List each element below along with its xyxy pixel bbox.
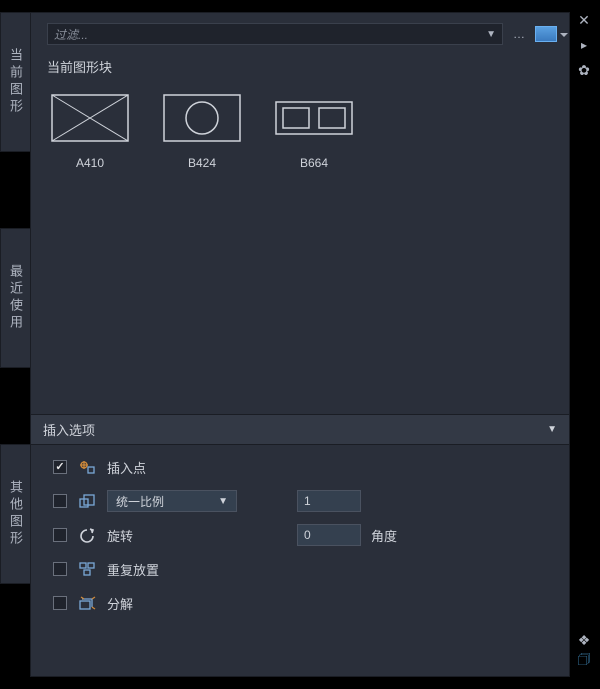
tab-current-drawing-label: 当前图形	[6, 48, 25, 116]
scale-value-input[interactable]: 1	[297, 490, 361, 512]
close-icon[interactable]: ✕	[574, 12, 594, 29]
explode-icon	[77, 594, 97, 612]
block-item-b664[interactable]: B664	[275, 94, 353, 404]
tab-current-drawing[interactable]: 当前图形	[0, 12, 30, 152]
explode-label: 分解	[107, 594, 133, 613]
rotate-value-input[interactable]: 0	[297, 524, 361, 546]
checkbox-scale[interactable]	[53, 494, 67, 508]
insert-options-header[interactable]: 插入选项 ▼	[31, 414, 569, 445]
repeat-icon	[77, 560, 97, 578]
rotate-icon	[77, 526, 97, 544]
tab-other-drawings-label: 其他图形	[6, 480, 25, 548]
rotate-label: 旋转	[107, 526, 237, 545]
block-item-a410[interactable]: A410	[51, 94, 129, 404]
blocks-palette-panel: 过滤... ▼ … 当前图形块 A410 B424	[30, 12, 570, 677]
row-repeat: 重复放置	[53, 557, 553, 581]
thumbnail-view-toggle[interactable]	[535, 26, 557, 42]
insertion-point-label: 插入点	[107, 458, 146, 477]
current-blocks-header-label: 当前图形块	[47, 60, 112, 75]
library-icon[interactable]: 🗇	[574, 649, 594, 673]
scale-value: 1	[304, 494, 311, 508]
repeat-label: 重复放置	[107, 560, 159, 579]
row-insertion-point: 插入点	[53, 455, 553, 479]
filter-input[interactable]: 过滤... ▼	[47, 23, 503, 45]
checkbox-rotate[interactable]	[53, 528, 67, 542]
tab-recent-label: 最近使用	[6, 264, 25, 332]
block-thumb-b424	[163, 94, 241, 142]
block-item-b424[interactable]: B424	[163, 94, 241, 404]
row-scale: 统一比例 ▼ 1	[53, 489, 553, 513]
scale-icon	[77, 492, 97, 510]
tab-recent[interactable]: 最近使用	[0, 228, 30, 368]
help-icon[interactable]: ❖	[574, 632, 594, 649]
gear-icon[interactable]: ✿	[574, 62, 594, 79]
block-label: B664	[300, 156, 328, 170]
block-thumb-b664	[275, 94, 353, 142]
filter-dropdown-icon[interactable]: ▼	[486, 29, 496, 40]
insert-options-body: 插入点 统一比例 ▼ 1 旋转 0	[31, 445, 569, 631]
row-rotate: 旋转 0 角度	[53, 523, 553, 547]
insert-options-title: 插入选项	[43, 420, 95, 439]
rotate-value: 0	[304, 528, 311, 542]
current-blocks-header: 当前图形块	[31, 53, 569, 84]
block-gallery: A410 B424 B664	[31, 84, 569, 414]
checkbox-explode[interactable]	[53, 596, 67, 610]
row-explode: 分解	[53, 591, 553, 615]
block-label: A410	[76, 156, 104, 170]
block-label: B424	[188, 156, 216, 170]
checkbox-repeat[interactable]	[53, 562, 67, 576]
collapse-icon: ▼	[547, 424, 557, 435]
expand-arrow-icon[interactable]: ▸	[574, 38, 594, 52]
browse-button[interactable]: …	[511, 27, 527, 41]
tab-other-drawings[interactable]: 其他图形	[0, 444, 30, 584]
scale-mode-dropdown[interactable]: 统一比例 ▼	[107, 490, 237, 512]
block-thumb-a410	[51, 94, 129, 142]
tab-spacer2	[0, 376, 30, 436]
tab-spacer	[0, 160, 30, 220]
filter-row: 过滤... ▼ …	[31, 13, 569, 53]
filter-placeholder: 过滤...	[54, 26, 88, 43]
chevron-down-icon: ▼	[218, 496, 228, 507]
scale-mode-value: 统一比例	[116, 493, 164, 510]
insertion-point-icon	[77, 458, 97, 476]
checkbox-insertion-point[interactable]	[53, 460, 67, 474]
angle-unit-label: 角度	[371, 526, 397, 545]
